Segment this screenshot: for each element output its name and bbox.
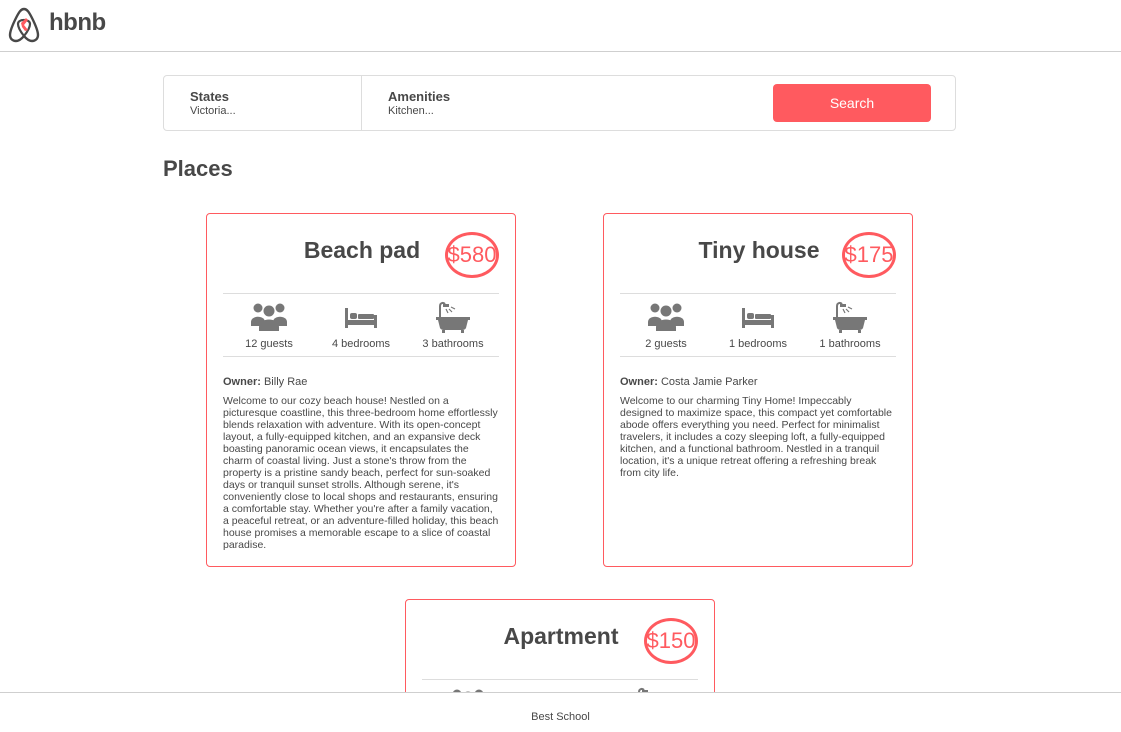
places-title: Places xyxy=(163,156,233,181)
bedrooms-label: 1 bedrooms xyxy=(728,338,788,350)
place-card: Beach pad $580 12 guests 4 bedrooms 3 ba… xyxy=(206,213,516,567)
bathtub-icon xyxy=(833,301,867,333)
bedrooms-info: 4 bedrooms xyxy=(315,300,407,350)
logo-text: hbnb xyxy=(49,9,106,36)
bathrooms-info: 3 bathrooms xyxy=(407,300,499,350)
place-info: 12 guests 4 bedrooms 3 bathrooms xyxy=(223,293,499,357)
states-filter-title: States xyxy=(190,89,230,104)
owner-name: Costa Jamie Parker xyxy=(660,376,758,388)
bathtub-icon xyxy=(436,301,470,333)
bathrooms-label: 1 bathrooms xyxy=(819,338,881,350)
guests-info: 12 guests xyxy=(223,300,315,350)
place-info: 2 guests 1 bedrooms 1 bathrooms xyxy=(620,293,896,357)
owner-name: Billy Rae xyxy=(263,376,308,388)
place-card: Apartment $150 xyxy=(405,599,715,699)
owner-label: Owner: xyxy=(223,376,261,388)
bathrooms-label: 3 bathrooms xyxy=(422,338,484,350)
filters-bar: States Victoria... Amenities Kitchen... … xyxy=(163,75,956,131)
amenities-filter-title: Amenities xyxy=(388,89,451,104)
amenities-filter-value: Kitchen... xyxy=(388,105,434,117)
page-footer: Best School xyxy=(0,692,1121,732)
bed-icon xyxy=(742,308,774,328)
amenities-filter[interactable]: Amenities Kitchen... xyxy=(362,76,662,130)
airbnb-logo-icon xyxy=(8,7,40,43)
guests-info: 2 guests xyxy=(620,300,712,350)
place-description: Welcome to our cozy beach house! Nestled… xyxy=(223,395,499,551)
guests-label: 12 guests xyxy=(245,338,293,350)
owner-line: Owner: Billy Rae xyxy=(223,376,307,388)
bed-icon xyxy=(345,308,377,328)
price-badge: $580 xyxy=(445,232,499,278)
top-header: hbnb xyxy=(0,0,1121,52)
bedrooms-info: 1 bedrooms xyxy=(712,300,804,350)
states-filter[interactable]: States Victoria... xyxy=(164,76,362,130)
bedrooms-label: 4 bedrooms xyxy=(331,338,391,350)
footer-text: Best School xyxy=(531,711,590,723)
logo[interactable]: hbnb xyxy=(6,6,106,44)
price-badge: $150 xyxy=(644,618,698,664)
states-filter-value: Victoria... xyxy=(190,105,236,117)
owner-label: Owner: xyxy=(620,376,658,388)
guests-label: 2 guests xyxy=(645,338,687,350)
group-icon xyxy=(648,303,684,331)
owner-line: Owner: Costa Jamie Parker xyxy=(620,376,758,388)
bathrooms-info: 1 bathrooms xyxy=(804,300,896,350)
price-badge: $175 xyxy=(842,232,896,278)
group-icon xyxy=(251,303,287,331)
search-button[interactable]: Search xyxy=(773,84,931,122)
place-description: Welcome to our charming Tiny Home! Impec… xyxy=(620,395,892,479)
place-card: Tiny house $175 2 guests 1 bedrooms 1 ba… xyxy=(603,213,913,567)
